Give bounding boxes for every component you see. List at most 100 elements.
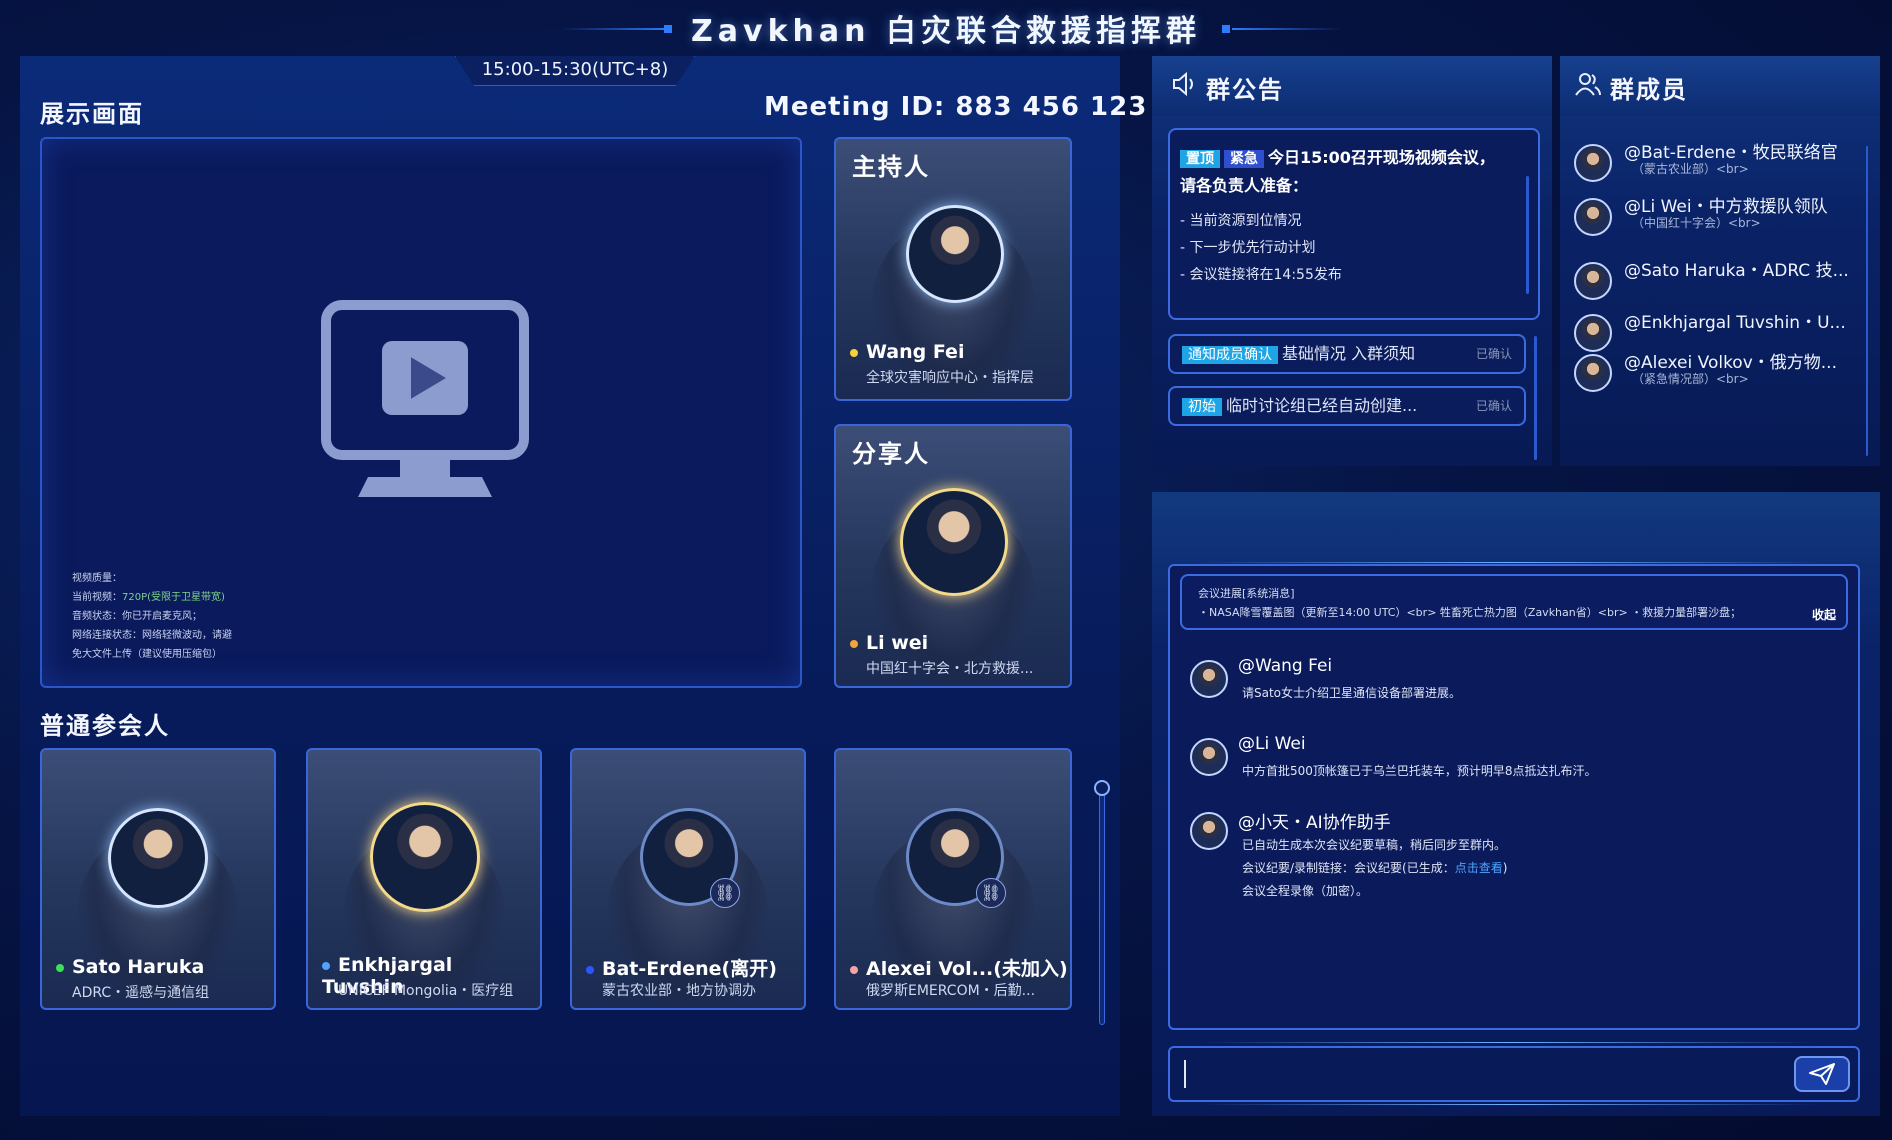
ai-assistant-avatar [1190,812,1228,850]
member-row[interactable]: @Li Wei・中方救援队领队 （中国红十字会）<br> [1574,192,1874,240]
sharer-role-label: 分享人 [852,440,930,468]
network-line-1: 网络连接状态：网络轻微波动，请避 [72,630,232,641]
notice-title: 群公告 [1206,76,1284,104]
participant-card[interactable]: ⛓ Alexei Vol...(未加入) 俄罗斯EMERCOM・后勤... [834,748,1072,1010]
urgent-tag: 紧急 [1224,150,1264,168]
message-line: 会议纪要/录制链接：会议纪要(已生成：点击查看) [1242,861,1508,875]
chat-message-area[interactable] [1168,564,1860,1030]
host-org: 全球灾害响应中心・指挥层 [866,370,1034,386]
host-role-label: 主持人 [852,153,930,181]
collapse-button[interactable]: 收起 [1812,606,1836,625]
participant-card[interactable]: ⛓ Bat-Erdene(离开) 蒙古农业部・地方协调办 [570,748,806,1010]
member-org: （中国红十字会）<br> [1632,216,1761,230]
input-glow-line [1200,1042,1820,1043]
member-name: @Sato Haruka・ADRC 技... [1624,261,1849,281]
participant-avatar [370,802,480,912]
notice-list-scrollbar[interactable] [1534,336,1537,460]
participant-name: Bat-Erdene(离开) [586,954,777,981]
avatar [1574,314,1612,352]
text-caret [1184,1060,1186,1088]
host-card[interactable]: 主持人 Wang Fei 全球灾害响应中心・指挥层 [834,137,1072,401]
chat-glow-line [1200,562,1820,563]
confirmed-status: 已确认 [1475,347,1512,361]
participant-name: Sato Haruka [56,956,204,978]
notice-item[interactable]: 初始 临时讨论组已经自动创建... 已确认 [1168,386,1526,426]
confirmed-status: 已确认 [1475,399,1512,413]
pinned-notice-title-2: 请各负责人准备： [1180,176,1309,195]
users-icon [1575,73,1601,96]
participant-org: 蒙古农业部・地方协调办 [602,983,756,999]
meeting-id: Meeting ID: 883 456 123 [764,92,1148,122]
system-message-body: ・NASA降雪覆盖图（更新至14:00 UTC）<br> 牲畜死亡热力图（Zav… [1198,606,1742,619]
status-dot-icon [56,963,64,972]
title-bar: Zavkhan 白灾联合救援指挥群 [0,0,1892,56]
message-sender: @小天・AI协作助手 [1238,813,1391,833]
chat-message: @Wang Fei 请Sato女士介绍卫星通信设备部署进展。 [1190,656,1830,716]
members-scrollbar[interactable] [1866,146,1868,456]
participant-org: UNICEF Mongolia・医疗组 [338,983,514,999]
sharer-card[interactable]: 分享人 Li wei 中国红十字会・北方救援... [834,424,1072,688]
video-quality-label: 视频质量： [72,573,122,584]
list-item: - 下一步优先行动计划 [1180,240,1316,256]
avatar [1574,262,1612,300]
member-name: @Enkhjargal Tuvshin・U... [1624,313,1846,333]
avatar [1574,198,1612,236]
pinned-tag: 置顶 [1180,150,1220,168]
audio-value: 你已开启麦克风； [122,611,202,622]
network-line-2: 免大文件上传（建议使用压缩包） [72,649,222,660]
notice-scrollbar[interactable] [1526,176,1529,294]
send-button[interactable] [1794,1056,1850,1092]
meeting-time: 15:00-15:30(UTC+8) [455,56,695,86]
participant-avatar [108,808,208,908]
participant-name: Alexei Vol...(未加入) [850,954,1068,981]
status-dot-icon [850,965,858,974]
system-message-title: 会议进展[系统消息] [1198,587,1295,600]
audio-line: 音频状态：你已开启麦克风； [72,611,202,622]
message-line: 会议全程录像（加密）。 [1242,884,1369,898]
avatar [1190,738,1228,776]
participants-label: 普通参会人 [40,712,170,740]
link-broken-icon: ⛓ [710,878,740,908]
message-sender: @Wang Fei [1238,656,1333,676]
current-video-line: 当前视频：720P(受限于卫星带宽) [72,592,225,603]
participants-scroll-handle[interactable] [1094,780,1110,796]
status-dot-icon [850,348,858,357]
message-sender: @Li Wei [1238,734,1306,754]
chat-input[interactable] [1168,1046,1860,1102]
avatar [1574,144,1612,182]
current-video-value: 720P(受限于卫星带宽) [122,592,225,603]
screen-share-area[interactable]: 视频质量： 当前视频：720P(受限于卫星带宽) 音频状态：你已开启麦克风； 网… [40,137,802,688]
chat-message: @小天・AI协作助手 已自动生成本次会议纪要草稿，稍后同步至群内。 会议纪要/录… [1190,808,1830,908]
notice-text: 临时讨论组已经自动创建... [1226,396,1418,415]
input-glow-line-bottom [1200,1104,1820,1105]
avatar [1574,354,1612,392]
notice-item[interactable]: 通知成员确认 基础情况 入群须知 已确认 [1168,334,1526,374]
speaker-icon [1173,71,1193,97]
members-title: 群成员 [1610,76,1688,104]
title-decoration-right [1232,28,1342,30]
member-org: （蒙古农业部）<br> [1632,162,1749,176]
chat-message: @Li Wei 中方首批500顶帐篷已于乌兰巴托装车，预计明早8点抵达扎布汗。 [1190,734,1830,794]
participants-scrollbar[interactable] [1099,780,1105,1025]
participant-card[interactable]: Enkhjargal Tuvshin UNICEF Mongolia・医疗组 [306,748,542,1010]
view-minutes-link[interactable]: 点击查看 [1455,861,1503,875]
participant-card[interactable]: Sato Haruka ADRC・遥感与通信组 [40,748,276,1010]
list-item: - 会议链接将在14:55发布 [1180,267,1342,283]
host-name: Wang Fei [850,341,964,363]
pinned-notice-title: 置顶 紧急 今日15:00召开现场视频会议， [1180,144,1528,172]
system-message[interactable]: 会议进展[系统消息] ・NASA降雪覆盖图（更新至14:00 UTC）<br> … [1180,574,1848,630]
status-dot-icon [322,961,330,970]
status-dot-icon [586,965,594,974]
message-text: 请Sato女士介绍卫星通信设备部署进展。 [1242,686,1462,700]
member-row[interactable]: @Bat-Erdene・牧民联络官 （蒙古农业部）<br> [1574,138,1874,186]
notice-tag: 初始 [1182,398,1222,416]
screen-share-icon [321,300,529,497]
sharer-org: 中国红十字会・北方救援... [866,661,1034,677]
display-label: 展示画面 [40,100,144,128]
pinned-notice[interactable]: 置顶 紧急 今日15:00召开现场视频会议， 请各负责人准备： - 当前资源到位情况… [1168,128,1540,320]
message-line: 已自动生成本次会议纪要草稿，稍后同步至群内。 [1242,838,1507,852]
member-row[interactable]: @Sato Haruka・ADRC 技... [1574,256,1874,304]
title-dot-right [1222,25,1230,33]
members-header [1560,56,1880,116]
member-row[interactable]: @Alexei Volkov・俄方物... （紧急情况部）<br> [1574,348,1874,396]
